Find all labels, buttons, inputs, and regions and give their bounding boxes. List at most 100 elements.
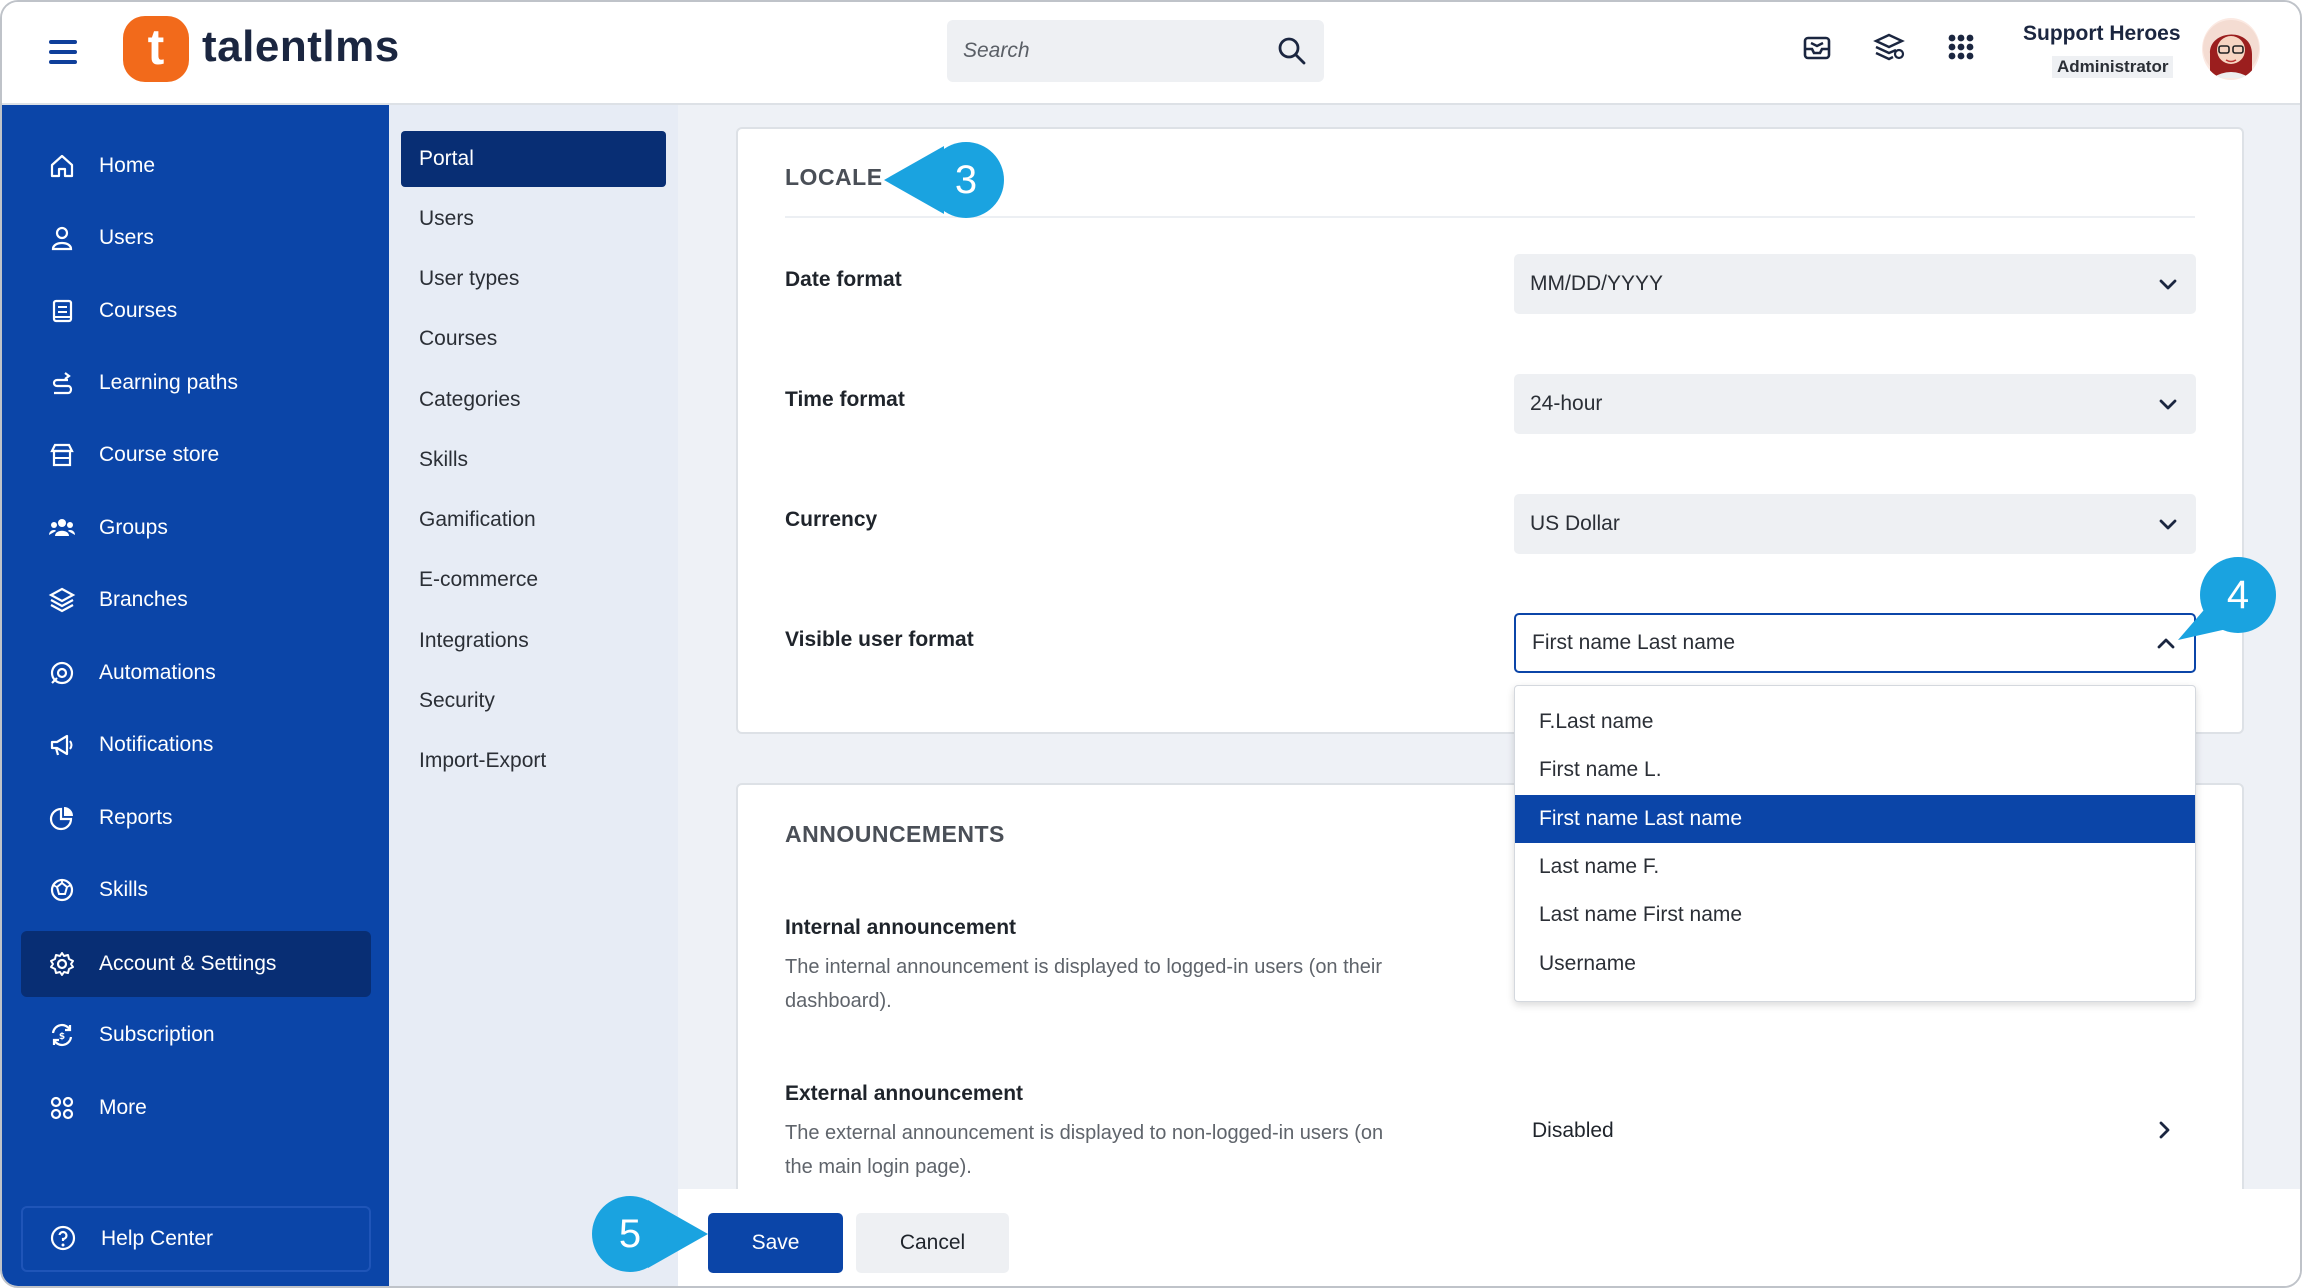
user-icon — [47, 223, 77, 253]
time-format-select[interactable]: 24-hour — [1514, 374, 2196, 434]
groups-icon — [47, 513, 77, 543]
store-icon — [47, 440, 77, 470]
sidebar-item-home[interactable]: Home — [21, 134, 371, 198]
user-name[interactable]: Support Heroes — [2023, 22, 2181, 46]
locale-section-title: LOCALE — [785, 164, 883, 190]
logo-icon: t — [123, 16, 189, 82]
avatar[interactable] — [2202, 18, 2260, 80]
subnav-item-portal[interactable]: Portal — [401, 131, 666, 187]
sidebar-item-label: Reports — [99, 806, 173, 829]
time-format-value: 24-hour — [1530, 392, 1603, 415]
sidebar-item-automations[interactable]: Automations — [21, 641, 371, 705]
callout-number: 5 — [592, 1196, 668, 1272]
subnav-item-courses[interactable]: Courses — [401, 311, 666, 367]
menu-icon[interactable] — [49, 40, 77, 64]
sidebar-item-courses[interactable]: Courses — [21, 279, 371, 343]
subnav-item-e-commerce[interactable]: E-commerce — [401, 552, 666, 608]
sidebar-item-label: Notifications — [99, 733, 214, 756]
book-icon — [47, 296, 77, 326]
description-line: The internal announcement is displayed t… — [785, 956, 1383, 978]
section-divider — [785, 216, 2195, 218]
subnav-item-import-export[interactable]: Import-Export — [401, 733, 666, 789]
sidebar-item-groups[interactable]: Groups — [21, 496, 371, 560]
sidebar-item-learning-paths[interactable]: Learning paths — [21, 351, 371, 415]
callout-number: 4 — [2200, 557, 2276, 633]
subnav-item-users[interactable]: Users — [401, 191, 666, 247]
help-center-button[interactable]: Help Center — [21, 1206, 371, 1272]
sidebar-item-label: Courses — [99, 299, 178, 322]
subnav-item-security[interactable]: Security — [401, 673, 666, 729]
sidebar-item-branches[interactable]: Branches — [21, 568, 371, 632]
app-window: t talentlms Support — [0, 0, 2302, 1288]
megaphone-icon — [47, 730, 77, 760]
callout-number: 3 — [928, 142, 1004, 218]
announcements-section-title: ANNOUNCEMENTS — [785, 821, 1005, 847]
save-button[interactable]: Save — [708, 1213, 843, 1273]
help-center-label: Help Center — [101, 1227, 214, 1250]
external-announcement-description: The external announcement is displayed t… — [785, 1116, 1383, 1184]
sidebar-item-more[interactable]: More — [21, 1076, 371, 1140]
inbox-icon[interactable] — [1800, 30, 1834, 64]
sidebar-item-label: Subscription — [99, 1023, 215, 1046]
description-line: The external announcement is displayed t… — [785, 1122, 1384, 1144]
sidebar-item-skills[interactable]: Skills — [21, 858, 371, 922]
dropdown-option[interactable]: First name L. — [1515, 746, 2195, 794]
sidebar-item-label: Automations — [99, 661, 216, 684]
sidebar-item-label: Home — [99, 154, 156, 177]
subnav-item-skills[interactable]: Skills — [401, 432, 666, 488]
currency-value: US Dollar — [1530, 512, 1620, 535]
date-format-value: MM/DD/YYYY — [1530, 272, 1664, 295]
subnav-item-integrations[interactable]: Integrations — [401, 613, 666, 669]
external-announcement-value[interactable]: Disabled — [1532, 1119, 1614, 1143]
dropdown-option[interactable]: Last name First name — [1515, 891, 2195, 939]
chevron-down-icon — [2159, 279, 2177, 290]
dropdown-option[interactable]: F.Last name — [1515, 698, 2195, 746]
home-icon — [47, 151, 77, 181]
cancel-button[interactable]: Cancel — [856, 1213, 1009, 1273]
path-icon — [47, 368, 77, 398]
search-icon[interactable] — [1276, 35, 1308, 67]
currency-label: Currency — [785, 508, 878, 531]
sidebar-item-account-settings[interactable]: Account & Settings — [21, 931, 371, 997]
internal-announcement-label: Internal announcement — [785, 916, 1017, 939]
visible-user-format-value: First name Last name — [1532, 631, 1736, 654]
visible-user-format-select[interactable]: First name Last name — [1514, 613, 2196, 673]
skills-icon — [47, 875, 77, 905]
sidebar-item-label: Course store — [99, 443, 220, 466]
sidebar-item-users[interactable]: Users — [21, 206, 371, 270]
dropdown-option[interactable]: Last name F. — [1515, 843, 2195, 891]
sidebar-item-subscription[interactable]: $ Subscription — [21, 1003, 371, 1067]
main-sidebar: Home Users Courses Learning paths Course… — [2, 105, 389, 1286]
sidebar-item-label: Branches — [99, 588, 188, 611]
sidebar-item-label: Skills — [99, 878, 149, 901]
pie-chart-icon — [47, 803, 77, 833]
layers-icon[interactable] — [1872, 30, 1906, 64]
gear-icon — [47, 949, 77, 979]
sidebar-item-label: Groups — [99, 516, 168, 539]
chevron-down-icon — [2159, 519, 2177, 530]
sidebar-item-course-store[interactable]: Course store — [21, 423, 371, 487]
apps-grid-icon[interactable] — [1944, 30, 1978, 64]
sidebar-item-reports[interactable]: Reports — [21, 786, 371, 850]
chevron-down-icon — [2159, 399, 2177, 410]
dropdown-option-selected[interactable]: First name Last name — [1515, 795, 2195, 843]
sidebar-item-label: Account & Settings — [99, 952, 277, 975]
dropdown-option[interactable]: Username — [1515, 940, 2195, 988]
description-line: the main login page). — [785, 1156, 972, 1178]
currency-select[interactable]: US Dollar — [1514, 494, 2196, 554]
sidebar-item-notifications[interactable]: Notifications — [21, 713, 371, 777]
chevron-right-icon[interactable] — [2152, 1118, 2176, 1142]
external-announcement-label: External announcement — [785, 1082, 1024, 1105]
sidebar-item-label: More — [99, 1096, 147, 1119]
subnav-item-categories[interactable]: Categories — [401, 372, 666, 428]
user-role-badge: Administrator — [2052, 56, 2174, 78]
search-input[interactable] — [963, 34, 1263, 68]
logo-text: talentlms — [202, 22, 400, 71]
subnav-item-user-types[interactable]: User types — [401, 251, 666, 307]
date-format-label: Date format — [785, 268, 902, 291]
search-box[interactable] — [947, 20, 1324, 82]
subnav-item-gamification[interactable]: Gamification — [401, 492, 666, 548]
date-format-select[interactable]: MM/DD/YYYY — [1514, 254, 2196, 314]
chevron-up-icon — [2157, 638, 2175, 649]
svg-text:$: $ — [59, 1032, 65, 1042]
